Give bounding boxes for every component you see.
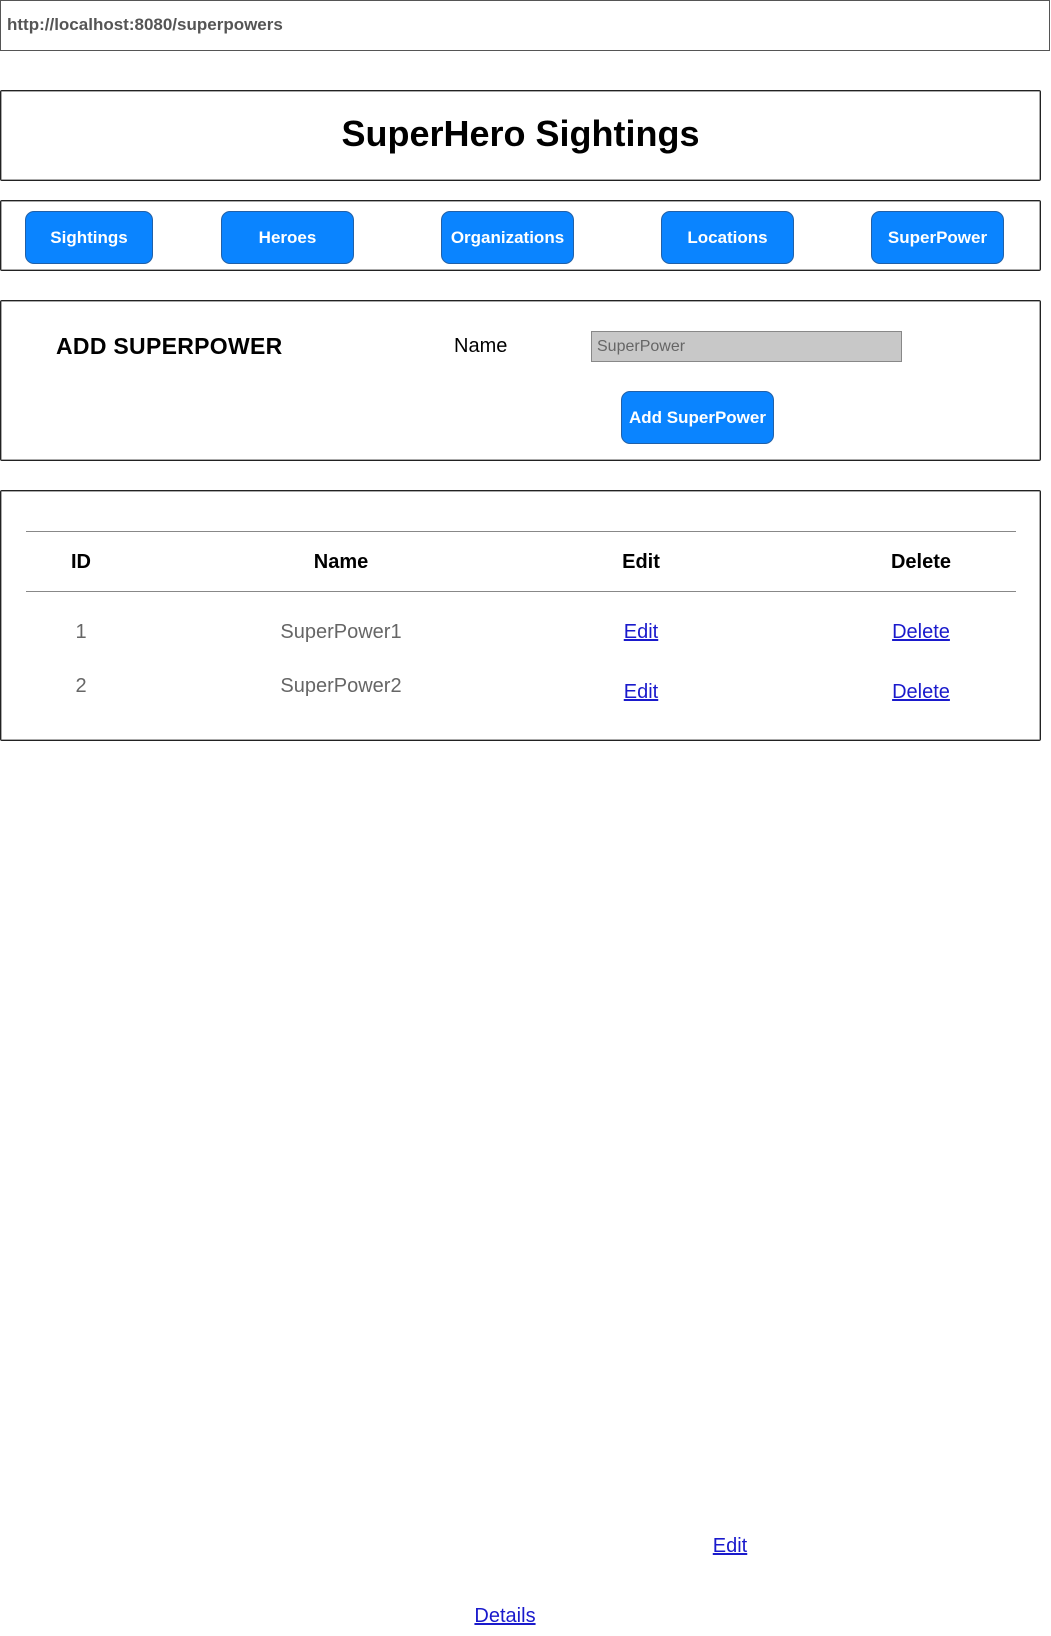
row-2-edit-link[interactable]: Edit (624, 681, 658, 704)
row-1-name: SuperPower1 (280, 621, 402, 643)
add-superpower-button[interactable]: Add SuperPower (621, 391, 774, 444)
superpower-name-input[interactable] (591, 331, 902, 362)
add-superpower-heading: ADD SUPERPOWER (56, 333, 283, 359)
superpowers-table: ID Name Edit Delete 1 SuperPower1 Edit D… (0, 490, 1041, 741)
address-bar[interactable]: http://localhost:8080/superpowers (0, 0, 1050, 51)
table-top-rule (26, 531, 1016, 532)
column-header-id: ID (71, 551, 91, 573)
page-title: SuperHero Sightings (341, 113, 700, 154)
row-1-edit-link[interactable]: Edit (624, 621, 658, 644)
nav-organizations-button[interactable]: Organizations (441, 211, 574, 264)
main-nav: Sightings Heroes Organizations Locations… (0, 200, 1041, 271)
nav-superpower-button[interactable]: SuperPower (871, 211, 1004, 264)
nav-locations-button[interactable]: Locations (661, 211, 794, 264)
table-header-rule (26, 591, 1016, 592)
row-1-id: 1 (75, 621, 87, 643)
row-1-delete-link[interactable]: Delete (892, 621, 950, 644)
row-2-id: 2 (75, 675, 87, 697)
stray-edit-link[interactable]: Edit (713, 1535, 747, 1558)
column-header-edit: Edit (622, 551, 660, 573)
column-header-name: Name (313, 551, 369, 573)
stray-details-link[interactable]: Details (474, 1605, 535, 1628)
name-label: Name (454, 335, 508, 357)
site-header: SuperHero Sightings (0, 90, 1041, 181)
row-2-name: SuperPower2 (280, 675, 402, 697)
column-header-delete: Delete (890, 551, 952, 573)
add-superpower-panel: ADD SUPERPOWER Name Add SuperPower (0, 300, 1041, 461)
nav-heroes-button[interactable]: Heroes (221, 211, 354, 264)
address-bar-url: http://localhost:8080/superpowers (7, 15, 283, 34)
row-2-delete-link[interactable]: Delete (892, 681, 950, 704)
nav-sightings-button[interactable]: Sightings (25, 211, 153, 264)
